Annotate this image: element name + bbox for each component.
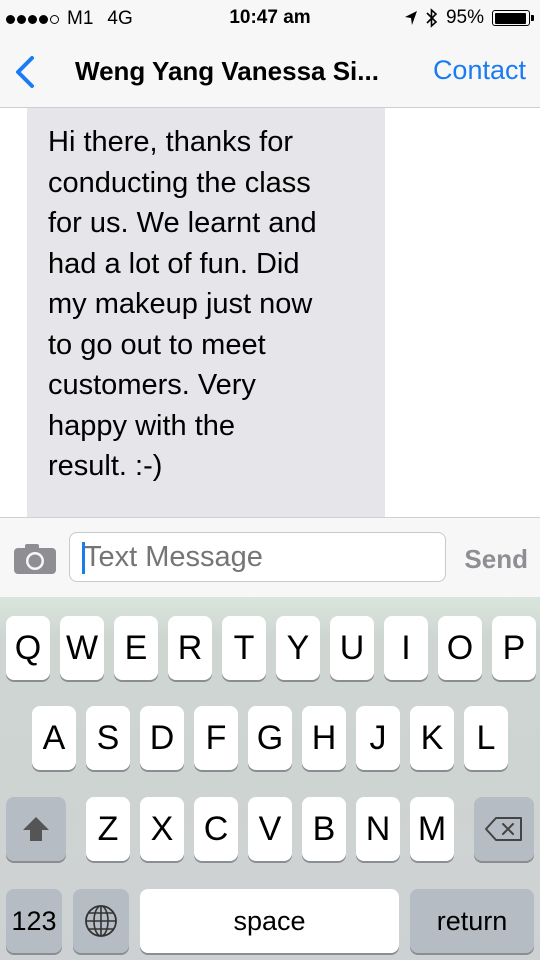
- message-composer: Send: [0, 517, 540, 597]
- message-line: had a lot of fun. Did: [48, 247, 300, 280]
- numbers-key[interactable]: 123: [6, 889, 62, 953]
- message-line: my makeup just now: [48, 288, 313, 320]
- message-line: conducting the class: [48, 166, 311, 199]
- camera-button[interactable]: [12, 542, 58, 576]
- key-b[interactable]: B: [302, 797, 346, 861]
- key-o[interactable]: O: [438, 616, 482, 680]
- bluetooth-icon: [426, 8, 438, 28]
- key-p[interactable]: P: [492, 616, 536, 680]
- key-t[interactable]: T: [222, 616, 266, 680]
- key-g[interactable]: G: [248, 706, 292, 770]
- key-z[interactable]: Z: [86, 797, 130, 861]
- message-input[interactable]: [69, 532, 446, 582]
- message-line: Hi there, thanks for: [48, 126, 293, 158]
- key-h[interactable]: H: [302, 706, 346, 770]
- key-d[interactable]: D: [140, 706, 184, 770]
- key-n[interactable]: N: [356, 797, 400, 861]
- key-c[interactable]: C: [194, 797, 238, 861]
- message-thread[interactable]: Hi there, thanks for conducting the clas…: [0, 108, 540, 518]
- key-w[interactable]: W: [60, 616, 104, 680]
- contact-button[interactable]: Contact: [433, 55, 526, 86]
- battery-icon: [492, 10, 534, 26]
- message-line: customers. Very: [48, 369, 256, 401]
- key-y[interactable]: Y: [276, 616, 320, 680]
- key-v[interactable]: V: [248, 797, 292, 861]
- chevron-left-icon: [16, 56, 34, 88]
- message-line: happy with the: [48, 409, 236, 442]
- key-e[interactable]: E: [114, 616, 158, 680]
- key-x[interactable]: X: [140, 797, 184, 861]
- shift-arrow-icon: [23, 817, 49, 841]
- conversation-title: Weng Yang Vanessa Si...: [75, 56, 379, 86]
- text-caret: [82, 542, 85, 574]
- back-button[interactable]: [10, 52, 42, 92]
- space-key[interactable]: space: [140, 889, 399, 953]
- status-bar: M1 4G 10:47 am 95%: [0, 0, 540, 36]
- globe-key[interactable]: [73, 889, 129, 953]
- battery-fill: [494, 12, 526, 24]
- key-s[interactable]: S: [86, 706, 130, 770]
- key-j[interactable]: J: [356, 706, 400, 770]
- key-l[interactable]: L: [464, 706, 508, 770]
- keyboard: Q W E R T Y U I O P A S D F G H J K L Z …: [0, 597, 540, 960]
- key-q[interactable]: Q: [6, 616, 50, 680]
- battery-percent: 95%: [445, 7, 484, 28]
- message-line: result. :-): [48, 450, 163, 482]
- return-key[interactable]: return: [410, 889, 534, 953]
- globe-icon: [85, 905, 117, 937]
- battery-tip: [531, 15, 534, 21]
- backspace-icon: [485, 817, 522, 841]
- key-f[interactable]: F: [194, 706, 238, 770]
- shift-key[interactable]: [6, 797, 66, 861]
- send-button[interactable]: Send: [464, 544, 528, 575]
- message-line: to go out to meet: [48, 328, 266, 361]
- location-arrow-icon: [404, 11, 417, 25]
- key-r[interactable]: R: [168, 616, 212, 680]
- message-line: for us. We learnt and: [48, 207, 317, 239]
- key-u[interactable]: U: [330, 616, 374, 680]
- message-text: Hi there, thanks for conducting the clas…: [48, 122, 378, 487]
- key-i[interactable]: I: [384, 616, 428, 680]
- status-bar-right: 95%: [404, 7, 534, 29]
- key-a[interactable]: A: [32, 706, 76, 770]
- key-k[interactable]: K: [410, 706, 454, 770]
- delete-key[interactable]: [474, 797, 534, 861]
- camera-icon: [14, 544, 56, 574]
- key-m[interactable]: M: [410, 797, 454, 861]
- navigation-bar: Weng Yang Vanessa Si... Contact: [0, 36, 540, 108]
